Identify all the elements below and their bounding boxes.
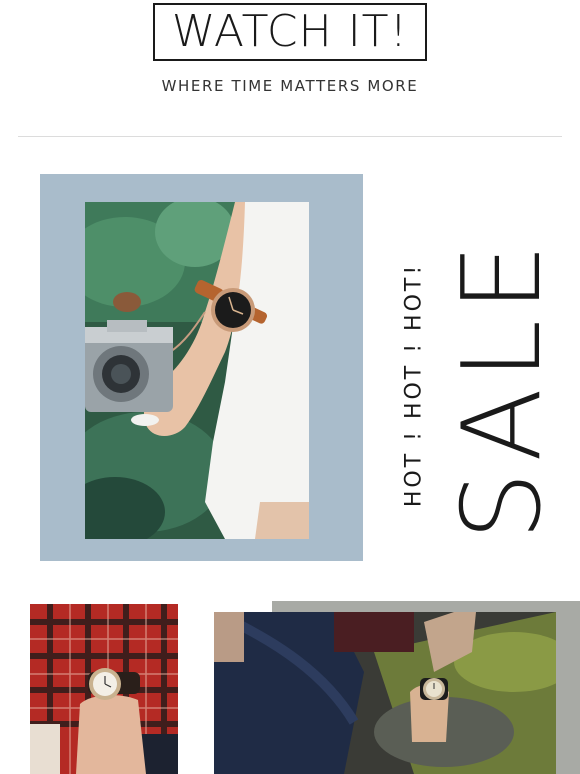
brand-logo[interactable]: WATCH IT! [153,3,427,61]
header-divider [18,136,562,137]
brand-logo-text: WATCH IT! [171,6,409,57]
hero-subheading: HOT ! HOT ! HOT! [401,262,427,508]
plaid-shirt-illustration [30,604,178,774]
product-photo-plaid-shirt[interactable] [30,604,178,774]
brand-tagline: WHERE TIME MATTERS MORE [161,77,419,95]
hero-photo-watch-on-wrist[interactable] [85,202,309,539]
hero-heading-sale: SALE [440,235,565,541]
hero-photo-illustration [85,202,309,539]
product-photo-rock-sitting[interactable] [214,612,556,774]
rock-sitting-illustration [214,612,556,774]
